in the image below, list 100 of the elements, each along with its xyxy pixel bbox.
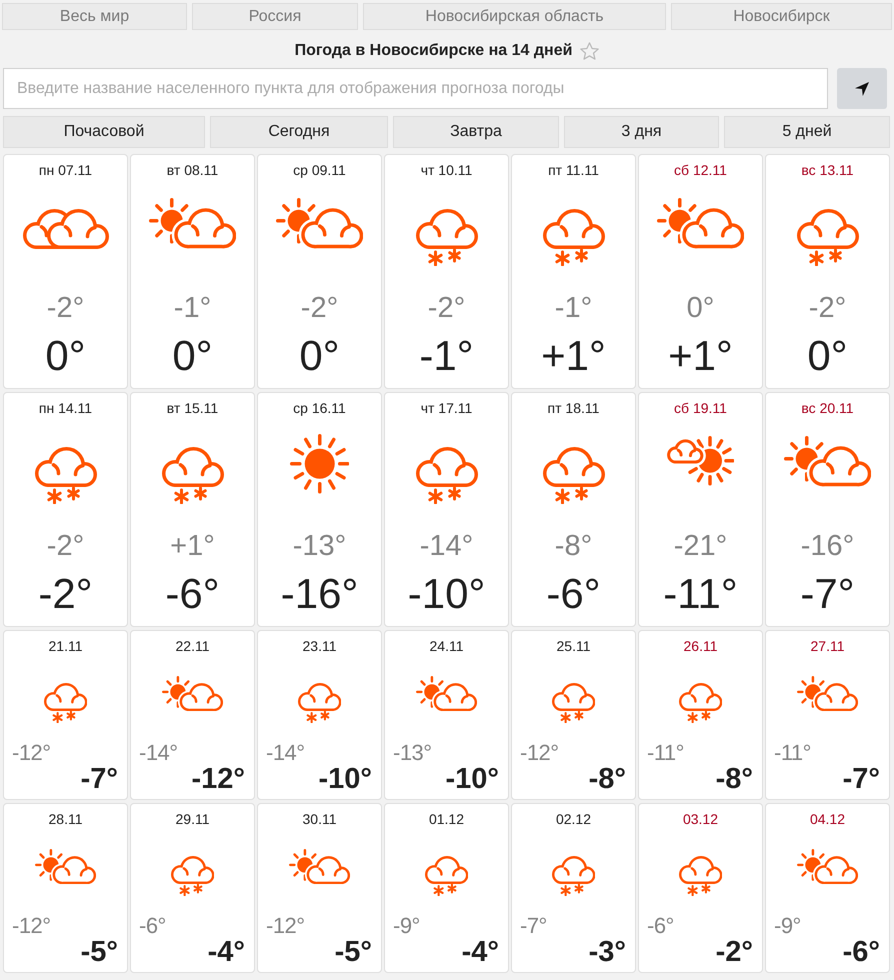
main-temperature: -8° [588,764,626,794]
day-card[interactable]: сб 12.11 0° +1° [638,154,763,389]
secondary-temperature: -11° [774,742,811,764]
day-card[interactable]: вс 20.11 -16° -7° [765,392,890,627]
main-temperature: +1° [668,332,733,380]
day-card[interactable]: 01.12 -9° -4° [384,803,509,973]
day-card[interactable]: 02.12 -7° -3° [511,803,636,973]
locate-button[interactable] [837,68,887,109]
two-clouds-icon [22,208,108,248]
secondary-temperature: -2° [46,291,84,325]
day-card[interactable]: вт 15.11 +1° -6° [130,392,255,627]
secondary-temperature: -14° [139,742,178,764]
day-card[interactable]: пт 11.11 -1° +1° [511,154,636,389]
snow-cloud-icon [162,446,224,504]
region-link[interactable]: Россия [192,3,358,30]
day-card[interactable]: пт 18.11 -8° -6° [511,392,636,627]
main-temperature: -2° [716,937,753,967]
day-card[interactable]: 04.12 -9° -6° [765,803,890,973]
day-card[interactable]: 24.11 -13° -10° [384,630,509,800]
snow-cloud-icon [552,683,596,724]
snow-cloud-icon [678,856,722,896]
period-tab[interactable]: Почасовой [3,116,205,148]
sun-behind-cloud-icon [784,436,872,486]
region-link[interactable]: Весь мир [2,3,187,30]
main-temperature: 0° [299,332,340,380]
date-label: 22.11 [176,637,210,655]
snow-cloud-icon [552,856,596,896]
day-card[interactable]: вт 08.11 -1° 0° [130,154,255,389]
snow-cloud-icon [424,856,468,896]
date-label: вт 08.11 [166,161,218,179]
day-card[interactable]: сб 19.11 -21° -11° [638,392,763,627]
day-card[interactable]: вс 13.11 -2° 0° [765,154,890,389]
snow-cloud-icon [170,856,214,896]
day-card[interactable]: чт 10.11 -2° -1° [384,154,509,389]
date-label: пт 18.11 [548,399,600,417]
sun-behind-cloud-icon [162,676,224,712]
date-label: вт 15.11 [166,399,218,417]
region-link[interactable]: Новосибирская область [363,3,666,30]
main-temperature: +1° [541,332,606,380]
main-temperature: -7° [800,570,855,618]
page-title: Погода в Новосибирске на 14 дней [294,42,572,60]
main-temperature: -4° [462,937,499,967]
secondary-temperature: -8° [554,529,592,563]
secondary-temperature: -14° [266,742,305,764]
snow-cloud-icon [44,683,88,724]
day-card[interactable]: пн 14.11 -2° -2° [3,392,128,627]
secondary-temperature: -6° [139,915,166,937]
day-card[interactable]: 28.11 -12° -5° [3,803,128,973]
main-temperature: -7° [842,764,880,794]
main-temperature: -16° [280,570,358,618]
region-link[interactable]: Новосибирск [671,3,892,30]
day-card[interactable]: 29.11 -6° -4° [130,803,255,973]
date-label: 21.11 [48,637,82,655]
date-label: 04.12 [810,810,846,828]
period-tab[interactable]: 5 дней [724,116,890,148]
search-field[interactable]: Введите название населенного пункта для отображения прогноза погоды [3,68,828,109]
date-label: ср 16.11 [293,399,346,417]
secondary-temperature: -9° [774,915,801,937]
star-icon[interactable] [580,42,600,60]
day-card[interactable]: 21.11 -12° -7° [3,630,128,800]
secondary-temperature: -13° [292,529,346,563]
snow-cloud-icon [416,208,478,266]
day-card[interactable]: 26.11 -11° -8° [638,630,763,800]
day-card[interactable]: ср 09.11 -2° 0° [257,154,382,389]
day-card[interactable]: чт 17.11 -14° -10° [384,392,509,627]
secondary-temperature: -2° [808,291,846,325]
secondary-temperature: -7° [520,915,547,937]
main-temperature: -10° [408,570,486,618]
main-temperature: -3° [588,937,626,967]
day-card[interactable]: 23.11 -14° -10° [257,630,382,800]
snow-cloud-icon [678,683,722,724]
day-card[interactable]: 30.11 -12° -5° [257,803,382,973]
date-label: 01.12 [428,810,464,828]
secondary-temperature: -13° [393,742,432,764]
period-tab[interactable]: Завтра [393,116,559,148]
day-card[interactable]: ср 16.11 -13° -16° [257,392,382,627]
main-temperature: -1° [419,332,474,380]
secondary-temperature: -14° [420,529,474,563]
small-cloud-and-sun-icon [666,436,734,486]
sun-behind-cloud-icon [276,198,364,248]
sun-behind-cloud-icon [796,848,858,884]
day-card[interactable]: 22.11 -14° -12° [130,630,255,800]
date-label: 23.11 [302,637,336,655]
date-label: пн 14.11 [38,399,92,417]
day-card[interactable]: 03.12 -6° -2° [638,803,763,973]
sun-behind-cloud-icon [416,676,478,712]
secondary-temperature: +1° [170,529,215,563]
main-temperature: -6° [546,570,601,618]
sun-behind-cloud-icon [288,848,350,884]
day-card[interactable]: 27.11 -11° -7° [765,630,890,800]
period-tab[interactable]: 3 дня [564,116,719,148]
period-tab[interactable]: Сегодня [210,116,388,148]
day-card[interactable]: пн 07.11 -2° 0° [3,154,128,389]
main-temperature: -6° [165,570,220,618]
main-temperature: -4° [208,937,245,967]
main-temperature: -10° [318,764,372,794]
secondary-temperature: -2° [46,529,84,563]
secondary-temperature: -12° [520,742,559,764]
day-card[interactable]: 25.11 -12° -8° [511,630,636,800]
sun-icon [290,434,350,494]
